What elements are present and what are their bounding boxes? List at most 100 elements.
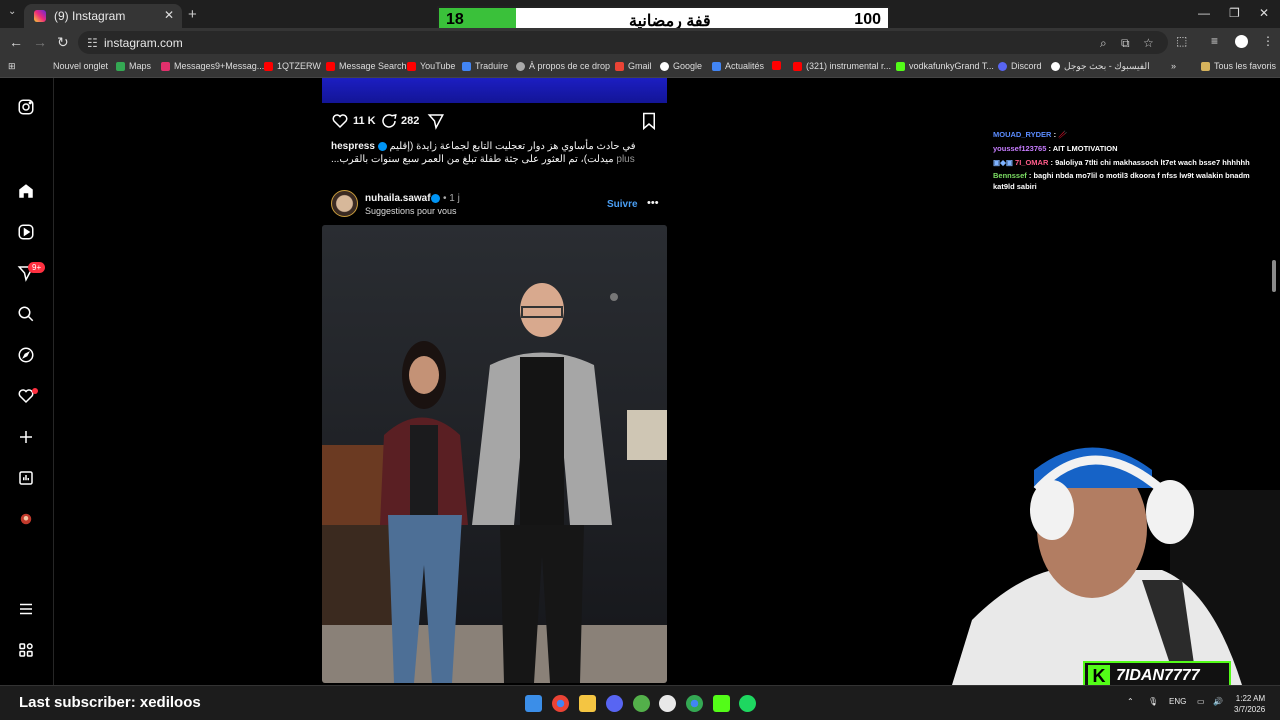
bookmark-item[interactable]: Gmail bbox=[615, 61, 652, 71]
page-scrollbar[interactable] bbox=[1272, 260, 1276, 292]
address-bar[interactable]: ☷ instagram.com ⌕ ⧉ ☆ bbox=[78, 31, 1168, 54]
share-icon[interactable] bbox=[427, 112, 445, 133]
browser-toolbar: ← → ↻ ☷ instagram.com ⌕ ⧉ ☆ ⬚ ≡ ⋮ bbox=[0, 28, 1280, 56]
caption-username[interactable]: hespress bbox=[331, 141, 375, 152]
kick-app-icon[interactable] bbox=[713, 695, 730, 712]
youtube-icon bbox=[407, 61, 416, 71]
post-avatar[interactable] bbox=[331, 190, 358, 217]
more-options-icon[interactable]: ••• bbox=[647, 197, 659, 209]
media-icon[interactable]: ≡ bbox=[1211, 34, 1218, 48]
bookmark-item[interactable]: Message Search bbox=[326, 61, 407, 71]
bookmark-item[interactable]: À propos de ce drop bbox=[516, 61, 610, 71]
apps-grid-icon[interactable]: ⊞ bbox=[8, 61, 16, 72]
microphone-icon[interactable]: 🎙 bbox=[1148, 697, 1158, 706]
post-username[interactable]: nuhaila.sawaf bbox=[365, 193, 431, 204]
language-indicator[interactable]: ENG bbox=[1169, 697, 1186, 706]
clock[interactable]: 1:22 AM 3/7/2026 bbox=[1234, 693, 1265, 715]
bookmark-item[interactable]: Messages9+Messag... bbox=[161, 61, 264, 71]
youtube-icon bbox=[772, 61, 781, 70]
volume-icon[interactable]: 🔊 bbox=[1213, 697, 1223, 706]
clock-time: 1:22 AM bbox=[1235, 694, 1266, 703]
profile-avatar[interactable] bbox=[1235, 35, 1248, 48]
create-icon[interactable] bbox=[16, 427, 36, 447]
chat-message: MOUAD_RYDER : 🥢 bbox=[993, 130, 1068, 139]
back-icon[interactable]: ← bbox=[9, 34, 23, 50]
goal-current: 18 bbox=[446, 11, 464, 28]
search-icon[interactable] bbox=[16, 304, 36, 324]
profile-avatar-icon[interactable] bbox=[16, 509, 36, 529]
instagram-icon bbox=[161, 61, 170, 71]
save-icon[interactable] bbox=[641, 112, 657, 133]
reels-icon[interactable] bbox=[16, 222, 36, 242]
close-tab-icon[interactable]: ✕ bbox=[164, 8, 174, 22]
new-tab-icon[interactable]: + bbox=[188, 6, 197, 23]
discord-icon[interactable] bbox=[606, 695, 623, 712]
comment-count: 282 bbox=[401, 115, 420, 127]
bookmark-item[interactable]: 1QTZERW bbox=[264, 61, 321, 71]
also-from-meta-icon[interactable] bbox=[16, 640, 36, 660]
caption-more-link[interactable]: plus bbox=[616, 154, 634, 165]
bookmark-star-icon[interactable]: ☆ bbox=[1143, 36, 1154, 50]
file-explorer-icon[interactable] bbox=[579, 695, 596, 712]
caption-text: في حادث مأساوي هز دوار تعجليت التابع لجم… bbox=[331, 141, 636, 165]
home-icon[interactable] bbox=[16, 181, 36, 201]
install-icon[interactable]: ⧉ bbox=[1121, 36, 1130, 51]
bookmark-folder[interactable]: Tous les favoris bbox=[1201, 61, 1276, 71]
bookmark-item[interactable]: Traduire bbox=[462, 61, 508, 71]
explore-icon[interactable] bbox=[16, 345, 36, 365]
reload-icon[interactable]: ↻ bbox=[57, 34, 69, 51]
tab-search-icon[interactable]: ⌄ bbox=[8, 6, 16, 17]
gmail-icon bbox=[615, 61, 624, 71]
post-caption: hespress في حادث مأساوي هز دوار تعجليت ا… bbox=[331, 140, 667, 166]
last-subscriber-label: Last subscriber: xediloos bbox=[19, 694, 201, 711]
clock-date: 3/7/2026 bbox=[1234, 705, 1266, 714]
bookmark-item[interactable]: Nouvel onglet bbox=[53, 61, 108, 71]
bookmark-item[interactable]: Actualités bbox=[712, 61, 764, 71]
comment-icon[interactable] bbox=[380, 112, 398, 133]
kick-username: 7IDAN7777 bbox=[1116, 666, 1200, 684]
bookmark-item[interactable] bbox=[772, 61, 785, 70]
minimize-icon[interactable]: — bbox=[1198, 6, 1210, 20]
google-icon bbox=[1051, 62, 1060, 71]
start-icon[interactable] bbox=[525, 695, 542, 712]
bookmarks-bar: ⊞ Nouvel onglet Maps Messages9+Messag...… bbox=[0, 56, 1280, 78]
post-photo[interactable] bbox=[322, 225, 667, 683]
close-window-icon[interactable]: ✕ bbox=[1259, 6, 1269, 20]
app-icon[interactable] bbox=[633, 695, 650, 712]
youtube-icon bbox=[793, 61, 802, 71]
obs-icon[interactable] bbox=[659, 695, 676, 712]
more-bookmarks-icon[interactable]: » bbox=[1171, 61, 1176, 71]
like-icon[interactable] bbox=[331, 112, 349, 133]
dashboard-icon[interactable] bbox=[16, 468, 36, 488]
tray-overflow-icon[interactable]: ⌃ bbox=[1127, 697, 1134, 706]
zoom-icon[interactable]: ⌕ bbox=[1100, 36, 1107, 51]
bookmark-item[interactable]: Maps bbox=[116, 61, 151, 71]
site-info-icon[interactable]: ☷ bbox=[87, 36, 98, 50]
extensions-icon[interactable]: ⬚ bbox=[1176, 34, 1187, 48]
folder-icon bbox=[1201, 61, 1210, 71]
verified-icon bbox=[377, 141, 387, 151]
bookmark-item[interactable]: Discord bbox=[998, 61, 1042, 71]
taskbar: Last subscriber: xediloos ⌃ 🎙 ENG ▭ 🔊 1:… bbox=[0, 685, 1280, 720]
tab-title: (9) Instagram bbox=[54, 9, 126, 23]
bookmark-item[interactable]: vodkafunkyGrand T... bbox=[896, 61, 994, 71]
tab-instagram[interactable]: (9) Instagram ✕ bbox=[24, 4, 182, 28]
network-icon[interactable]: ▭ bbox=[1197, 697, 1205, 706]
chrome-icon[interactable] bbox=[552, 695, 569, 712]
bookmark-item[interactable]: (321) instrumental r... bbox=[793, 61, 891, 71]
instagram-logo-icon[interactable] bbox=[16, 97, 36, 117]
youtube-icon bbox=[264, 61, 273, 71]
spotify-icon[interactable] bbox=[739, 695, 756, 712]
restore-icon[interactable]: ❐ bbox=[1229, 6, 1240, 20]
more-menu-icon[interactable] bbox=[16, 599, 36, 619]
bookmark-item[interactable]: YouTube bbox=[407, 61, 455, 71]
bookmark-item[interactable]: الفيسبوك - بحث جوجل bbox=[1051, 61, 1150, 72]
chrome-icon[interactable] bbox=[686, 695, 703, 712]
previous-post-image[interactable] bbox=[322, 78, 667, 103]
translate-icon bbox=[462, 61, 471, 71]
follow-button[interactable]: Suivre bbox=[607, 199, 638, 210]
bookmark-item[interactable]: Google bbox=[660, 61, 702, 71]
like-count: 11 K bbox=[353, 115, 376, 127]
menu-icon[interactable]: ⋮ bbox=[1262, 34, 1274, 48]
forward-icon[interactable]: → bbox=[33, 34, 47, 50]
